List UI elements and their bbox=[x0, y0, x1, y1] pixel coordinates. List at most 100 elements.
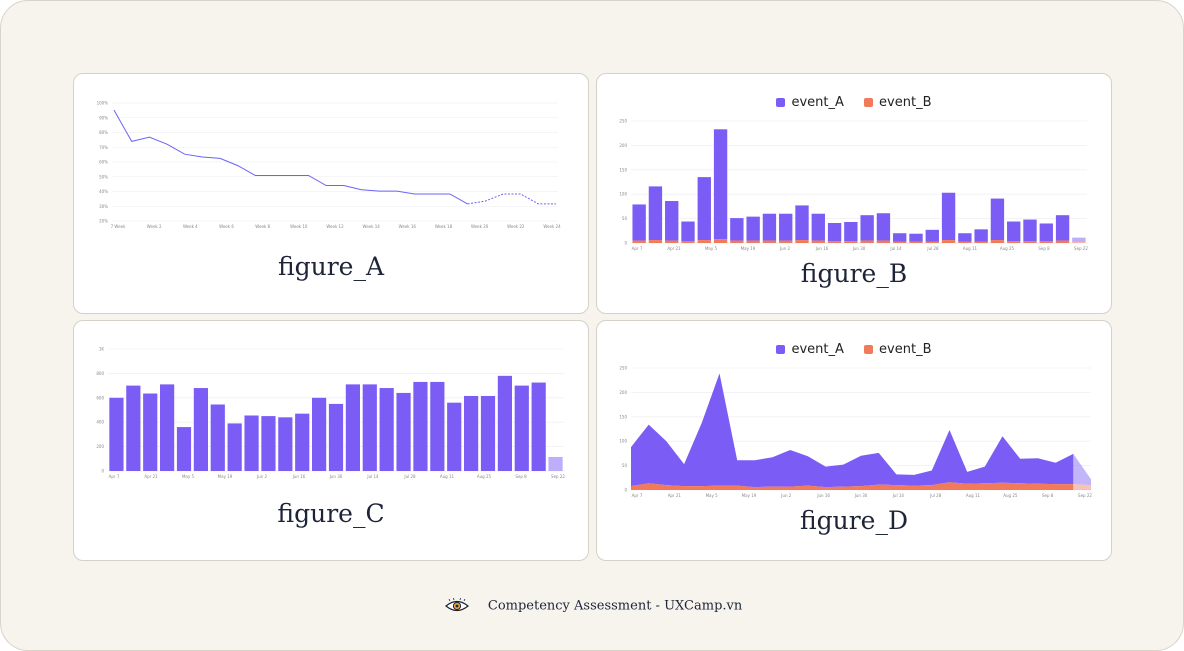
chart-c-y-tick-label: 800 bbox=[96, 371, 104, 376]
chart-a-x-tick-label: Week 4 bbox=[183, 224, 198, 229]
chart-d-y-tick-label: 150 bbox=[619, 414, 627, 419]
chart-c-bar bbox=[312, 397, 327, 471]
chart-b-bar-event-b bbox=[762, 240, 777, 243]
chart-b-bar-event-b bbox=[1039, 241, 1053, 243]
chart-a-y-tick-label: 20% bbox=[99, 219, 108, 224]
chart-a-series-line bbox=[113, 109, 468, 205]
chart-b-bar-event-a bbox=[697, 177, 711, 241]
assessment-frame: 100% 90% 80% 70% 60% 50% 40% 30% 20% 7 Week Week 2… bbox=[0, 0, 1184, 651]
chart-d-x-tick-label: Jul 14 bbox=[892, 493, 905, 498]
chart-b-x-tick-label: Apr 7 bbox=[632, 246, 643, 251]
chart-a-x-tick-label: 7 Week bbox=[111, 224, 126, 229]
chart-c-bar bbox=[531, 382, 546, 471]
chart-d-x-tick-label: Apr 21 bbox=[668, 493, 682, 498]
chart-d-area-event-b-projected bbox=[1073, 484, 1091, 490]
chart-b-bar-event-b bbox=[974, 241, 988, 243]
chart-b-bar-event-a bbox=[893, 233, 907, 242]
chart-b-bar-event-a bbox=[811, 213, 825, 241]
chart-b-bar-event-a bbox=[762, 213, 777, 241]
chart-b-bar-event-a bbox=[974, 229, 988, 242]
chart-d-y-tick-label: 50 bbox=[622, 463, 628, 468]
chart-d-x-tick-label: Jun 2 bbox=[780, 493, 792, 498]
chart-c-bar bbox=[160, 384, 175, 471]
chart-d-plot: 250 200 150 100 50 0 Apr 7 Apr 21 May 5 May 19 Jun… bbox=[619, 366, 1092, 499]
card-figure-d[interactable]: event_A event_B 250 200 150 100 50 0 Apr 7 Apr … bbox=[596, 320, 1112, 561]
chart-b-bar-event-b bbox=[876, 240, 891, 243]
chart-c-x-tick-label: Jun 30 bbox=[329, 474, 343, 479]
chart-c-y-tick-label: 200 bbox=[96, 444, 104, 449]
chart-c-bar bbox=[514, 385, 529, 471]
chart-c-bar bbox=[261, 416, 276, 471]
chart-b-bar-event-b bbox=[844, 241, 858, 243]
chart-a-x-tick-label: Week 12 bbox=[326, 224, 344, 229]
chart-c-x-tick-label: Jun 16 bbox=[292, 474, 306, 479]
chart-c-bar bbox=[244, 415, 259, 471]
footer-text: Competency Assessment - UXCamp.vn bbox=[487, 598, 743, 614]
chart-b-bar-event-a bbox=[925, 229, 939, 242]
chart-d-x-tick-label: Aug 25 bbox=[1003, 493, 1018, 498]
chart-c-bar bbox=[109, 397, 124, 471]
chart-b-bar-event-a bbox=[665, 201, 679, 241]
card-figure-b[interactable]: event_A event_B 250 200 150 100 50 0 Apr 7 Apr … bbox=[596, 73, 1112, 314]
chart-d-x-tick-label: Sep 22 bbox=[1078, 493, 1092, 498]
chart-a-plot: 100% 90% 80% 70% 60% 50% 40% 30% 20%7 Week Week 2… bbox=[97, 101, 562, 230]
card-figure-c[interactable]: 1K 800 600 400 200 0 Apr 7 Apr 21 May 5 May 19 Jun… bbox=[73, 320, 589, 561]
chart-a-y-tick-label: 90% bbox=[99, 115, 108, 120]
chart-c-bar bbox=[379, 388, 394, 471]
chart-c-y-tick-label: 0 bbox=[101, 469, 104, 474]
chart-a-x-tick-label: Week 22 bbox=[507, 224, 525, 229]
chart-b-x-tick-label: Jun 16 bbox=[815, 246, 829, 251]
chart-c-bar bbox=[548, 456, 563, 471]
chart-c-bar bbox=[143, 393, 158, 471]
chart-b-bar-event-a bbox=[746, 216, 760, 241]
chart-c-bar bbox=[396, 392, 411, 471]
chart-b-x-tick-label: Aug 11 bbox=[963, 246, 978, 251]
chart-c-x-tick-label: Sep 22 bbox=[551, 474, 565, 479]
chart-b-bar-event-b bbox=[1023, 241, 1037, 243]
chart-b-bar-event-b bbox=[958, 241, 972, 243]
chart-b-x-tick-label: Apr 21 bbox=[667, 246, 681, 251]
chart-c-x-tick-label: Jul 28 bbox=[403, 474, 416, 479]
chart-c-x-tick-label: May 19 bbox=[218, 474, 233, 479]
chart-a-x-tick-label: Week 24 bbox=[543, 224, 561, 229]
chart-b-bar-event-a bbox=[876, 213, 891, 241]
card-figure-a[interactable]: 100% 90% 80% 70% 60% 50% 40% 30% 20% 7 Week Week 2… bbox=[73, 73, 589, 314]
chart-c-plot: 1K 800 600 400 200 0 Apr 7 Apr 21 May 5 May 19 Jun… bbox=[96, 347, 565, 480]
chart-b-y-tick-label: 200 bbox=[619, 143, 627, 148]
chart-a-y-tick-label: 80% bbox=[99, 130, 108, 135]
chart-b-bar-event-b bbox=[681, 241, 695, 243]
chart-b-bar-event-a bbox=[648, 186, 663, 241]
chart-c-bar bbox=[193, 388, 208, 471]
chart-b-plot: 250 200 150 100 50 0 Apr 7 Apr 21 May 5 May 19 Jun… bbox=[619, 119, 1088, 252]
chart-c-bar bbox=[345, 384, 360, 471]
chart-a-x-tick-label: Week 14 bbox=[363, 224, 381, 229]
chart-b-x-tick-label: Jun 2 bbox=[779, 246, 791, 251]
chart-b-bar-event-b bbox=[990, 240, 1005, 243]
chart-a-y-tick-label: 40% bbox=[99, 189, 108, 194]
chart-c-x-tick-label: Apr 7 bbox=[109, 474, 120, 479]
chart-b-bar-event-a bbox=[844, 222, 858, 242]
chart-b-bar-event-a bbox=[1072, 237, 1086, 243]
chart-a-y-tick-label: 30% bbox=[99, 204, 108, 209]
chart-b-bar-event-a bbox=[1039, 223, 1053, 242]
chart-b-bar-event-b bbox=[827, 241, 842, 243]
chart-c-x-tick-label: May 5 bbox=[182, 474, 195, 479]
chart-b-bar-event-b bbox=[713, 239, 728, 243]
chart-a-x-tick-label: Week 8 bbox=[255, 224, 270, 229]
chart-b-x-tick-label: Jul 14 bbox=[889, 246, 902, 251]
chart-a-series-line-projected bbox=[467, 193, 556, 205]
chart-c-bar bbox=[176, 427, 192, 471]
chart-b-bar-event-a bbox=[990, 198, 1005, 241]
chart-b-bar-event-a bbox=[632, 204, 646, 241]
chart-a-x-tick-label: Week 10 bbox=[290, 224, 308, 229]
chart-b-bar-event-b bbox=[648, 240, 663, 243]
chart-a-x-tick-label: Week 16 bbox=[399, 224, 417, 229]
chart-b-bar-event-a bbox=[1055, 215, 1070, 241]
chart-c-bar bbox=[278, 417, 293, 471]
chart-c-y-tick-label: 600 bbox=[96, 395, 104, 400]
chart-b-bar-event-b bbox=[665, 240, 679, 243]
chart-c-bar bbox=[497, 375, 512, 471]
chart-b-y-tick-label: 250 bbox=[619, 119, 627, 124]
chart-d-y-tick-label: 100 bbox=[619, 439, 627, 444]
chart-b-bar-event-b bbox=[730, 240, 744, 243]
